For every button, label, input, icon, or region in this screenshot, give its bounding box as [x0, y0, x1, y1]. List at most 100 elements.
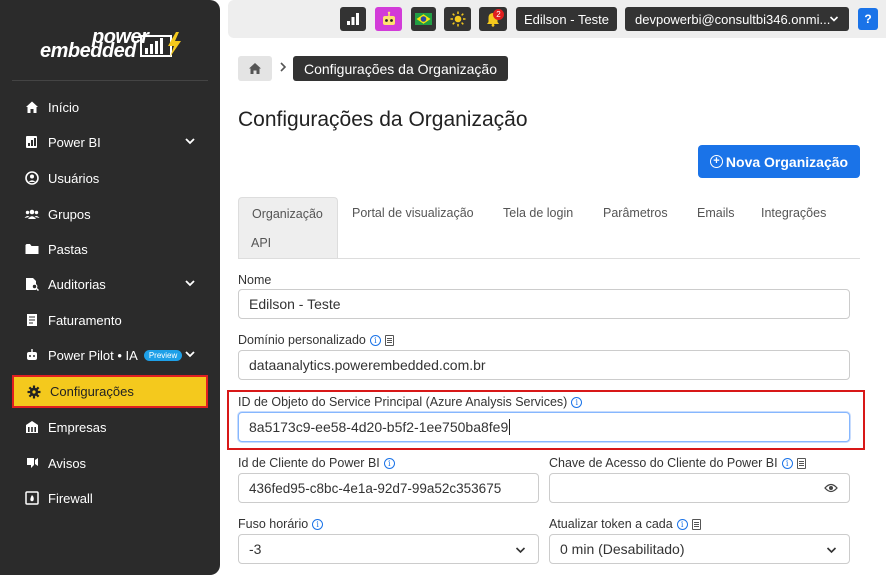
dominio-label: Domínio personalizado i	[238, 333, 394, 347]
notification-count-badge: 2	[493, 9, 504, 20]
sidebar-item-label: Pastas	[48, 241, 88, 257]
tab-api[interactable]: API	[251, 236, 271, 250]
service-principal-value: 8a5173c9-ee58-4d20-b5f2-1ee750ba8fe9	[249, 419, 509, 435]
sidebar-item-label: Usuários	[48, 170, 100, 186]
client-id-label-text: Id de Cliente do Power BI	[238, 456, 380, 470]
text-cursor	[509, 419, 511, 435]
gear-icon	[26, 384, 42, 400]
home-icon	[249, 63, 261, 74]
sidebar-item-label: Power Pilot • IA	[48, 347, 138, 363]
sidebar-item-inicio[interactable]: Início	[12, 92, 208, 122]
home-icon	[24, 99, 40, 115]
tab-integracoes[interactable]: Integrações	[761, 206, 826, 220]
info-icon[interactable]: i	[312, 518, 324, 530]
chevron-down-icon	[185, 280, 195, 287]
document-icon[interactable]	[384, 334, 394, 346]
logo[interactable]: power embedded	[40, 26, 185, 66]
sidebar-item-label: Configurações	[50, 384, 134, 399]
token-label-text: Atualizar token a cada	[549, 517, 673, 531]
sidebar-item-label: Firewall	[48, 490, 93, 506]
dominio-label-text: Domínio personalizado	[238, 333, 366, 347]
invoice-icon	[24, 312, 40, 328]
sidebar-item-empresas[interactable]: Empresas	[12, 412, 208, 442]
preview-badge: Preview	[143, 349, 183, 361]
language-button[interactable]	[411, 7, 436, 31]
folder-icon	[24, 241, 40, 257]
sidebar-item-label: Grupos	[48, 206, 91, 222]
tab-parametros[interactable]: Parâmetros	[603, 206, 668, 220]
tab-emails[interactable]: Emails	[697, 206, 735, 220]
nome-input[interactable]: Edilson - Teste	[238, 289, 850, 319]
chevron-down-icon	[185, 138, 195, 145]
account-dropdown[interactable]: devpowerbi@consultbi346.onmi...	[625, 7, 849, 31]
alert-icon	[24, 455, 40, 471]
token-value: 0 min (Desabilitado)	[560, 541, 685, 557]
chevron-down-icon	[515, 547, 526, 554]
sidebar-item-label: Power BI	[48, 134, 101, 150]
bar-chart-icon	[347, 13, 359, 25]
sidebar-item-faturamento[interactable]: Faturamento	[12, 305, 208, 335]
document-icon[interactable]	[796, 457, 806, 469]
token-refresh-select[interactable]: 0 min (Desabilitado)	[549, 534, 850, 564]
sidebar-item-pastas[interactable]: Pastas	[12, 234, 208, 264]
timezone-select[interactable]: -3	[238, 534, 539, 564]
logo-line-2: embedded	[40, 40, 137, 62]
new-organization-label: Nova Organização	[725, 153, 849, 170]
token-label: Atualizar token a cada i	[549, 517, 701, 531]
info-icon[interactable]: i	[571, 396, 583, 408]
nome-label-text: Nome	[238, 273, 272, 287]
info-icon[interactable]: i	[676, 518, 688, 530]
sidebar-item-firewall[interactable]: Firewall	[12, 483, 208, 513]
sidebar-item-label: Avisos	[48, 455, 87, 471]
sidebar-item-label: Empresas	[48, 419, 107, 435]
help-button[interactable]: ?	[858, 8, 878, 30]
client-id-input[interactable]: 436fed95-c8bc-4e1a-92d7-99a52c353675	[238, 473, 539, 503]
document-icon[interactable]	[691, 518, 701, 530]
reports-button[interactable]	[340, 7, 366, 31]
chevron-down-icon	[829, 16, 839, 22]
sidebar-item-grupos[interactable]: Grupos	[12, 199, 208, 229]
dominio-input[interactable]: dataanalytics.powerembedded.com.br	[238, 350, 850, 380]
sidebar-item-power-bi[interactable]: Power BI	[12, 127, 208, 157]
client-key-input[interactable]	[549, 473, 850, 503]
tab-tela-login[interactable]: Tela de login	[503, 206, 573, 220]
timezone-label: Fuso horário i	[238, 517, 324, 531]
user-name-button[interactable]: Edilson - Teste	[516, 7, 617, 31]
account-label: devpowerbi@consultbi346.onmi...	[635, 11, 831, 27]
power-bi-icon	[24, 134, 40, 150]
tabs-divider	[238, 258, 860, 259]
breadcrumb-home[interactable]	[238, 56, 272, 81]
robot-icon	[382, 11, 395, 25]
sidebar-item-auditorias[interactable]: Auditorias	[12, 269, 208, 299]
sidebar-item-avisos[interactable]: Avisos	[12, 448, 208, 478]
user-circle-icon	[24, 170, 40, 186]
sidebar-item-configuracoes[interactable]: Configurações	[12, 375, 208, 408]
sidebar-item-power-pilot[interactable]: Power Pilot • IA Preview	[12, 340, 208, 370]
page-title: Configurações da Organização	[238, 108, 528, 131]
info-icon[interactable]: i	[781, 457, 793, 469]
tab-portal-visualizacao[interactable]: Portal de visualização	[352, 206, 474, 220]
users-group-icon	[24, 206, 40, 222]
theme-toggle-button[interactable]	[444, 7, 471, 31]
notifications-button[interactable]: 2	[479, 7, 507, 31]
client-key-label-text: Chave de Acesso do Cliente do Power BI	[549, 456, 778, 470]
sidebar-item-usuarios[interactable]: Usuários	[12, 163, 208, 193]
service-principal-label: ID de Objeto do Service Principal (Azure…	[238, 395, 583, 409]
client-key-label: Chave de Acesso do Cliente do Power BI i	[549, 456, 806, 470]
sidebar-divider	[12, 80, 208, 81]
building-icon	[24, 419, 40, 435]
chevron-right-icon	[280, 62, 287, 72]
logo-chart-icon	[140, 32, 181, 57]
breadcrumb-current: Configurações da Organização	[293, 56, 509, 81]
service-principal-label-text: ID de Objeto do Service Principal (Azure…	[238, 395, 568, 409]
info-icon[interactable]: i	[369, 334, 381, 346]
new-organization-button[interactable]: + Nova Organização	[698, 145, 860, 178]
service-principal-input[interactable]: 8a5173c9-ee58-4d20-b5f2-1ee750ba8fe9	[238, 412, 850, 442]
chevron-down-icon	[185, 351, 195, 358]
info-icon[interactable]: i	[383, 457, 395, 469]
audit-icon	[24, 276, 40, 292]
chevron-down-icon	[826, 547, 837, 554]
ai-assistant-button[interactable]	[375, 7, 402, 31]
eye-icon[interactable]	[824, 483, 838, 493]
sidebar-item-label: Início	[48, 99, 80, 115]
